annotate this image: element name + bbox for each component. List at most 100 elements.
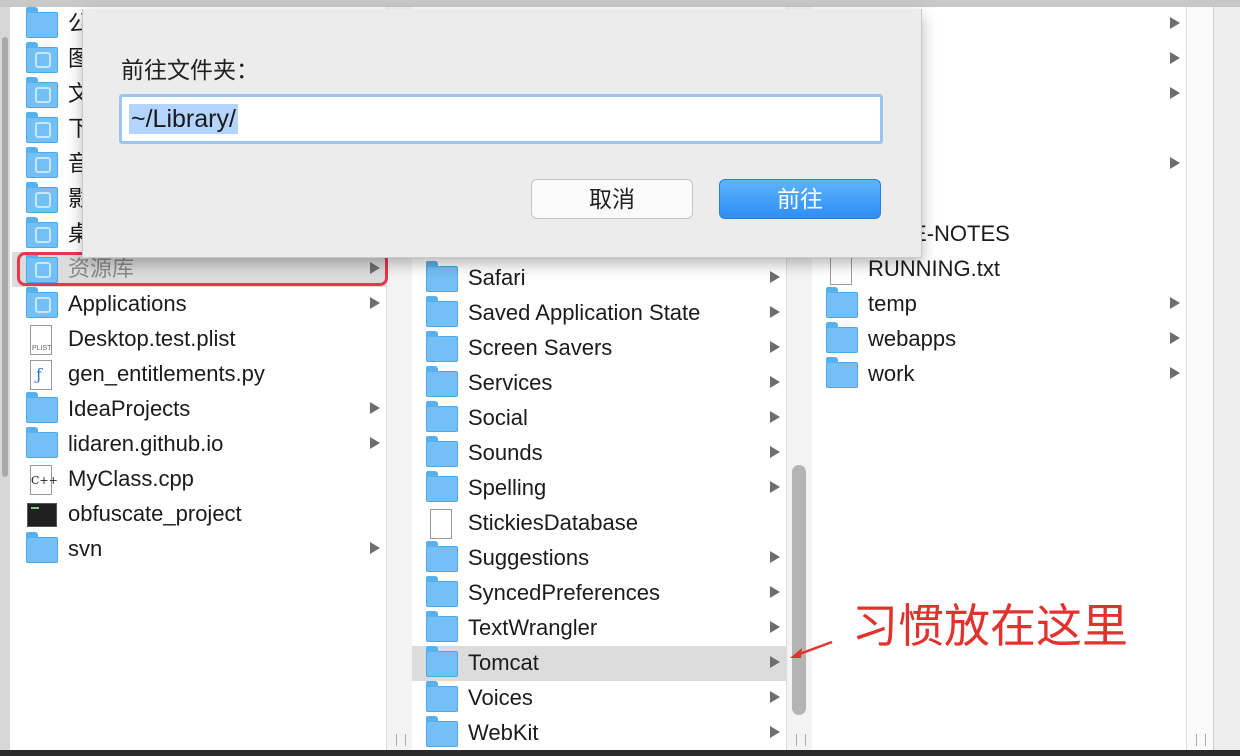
library-column-scrollbar-thumb[interactable] — [792, 465, 806, 715]
item-label: webapps — [868, 326, 957, 351]
disclosure-arrow-icon — [770, 446, 780, 458]
disclosure-arrow-icon — [770, 306, 780, 318]
item-label: Spelling — [468, 475, 547, 500]
list-item[interactable]: temp — [812, 287, 1186, 322]
list-item[interactable]: lidaren.github.io — [12, 427, 386, 462]
column-resize-handle[interactable] — [396, 734, 406, 746]
list-item[interactable]: Spelling — [412, 471, 786, 506]
item-label: SyncedPreferences — [468, 580, 660, 605]
folder-icon — [426, 331, 458, 362]
folder-icon — [26, 392, 58, 423]
folder-icon — [426, 366, 458, 397]
list-item[interactable]: PLIST Desktop.test.plist — [12, 322, 386, 357]
list-item[interactable]: Voices — [412, 681, 786, 716]
folder-icon — [26, 532, 58, 563]
disclosure-arrow-icon — [770, 411, 780, 423]
list-item[interactable]: obfuscate_project — [12, 497, 386, 532]
folder-icon — [426, 401, 458, 432]
disclosure-arrow-icon — [1170, 157, 1180, 169]
disclosure-arrow-icon — [1170, 87, 1180, 99]
disclosure-arrow-icon — [1170, 332, 1180, 344]
python-glyph-icon: ƒ — [36, 365, 42, 384]
item-label: RUNNING.txt — [868, 256, 1000, 281]
item-label: IdeaProjects — [68, 396, 191, 421]
pictures-glyph-icon — [35, 52, 51, 68]
plist-glyph-icon: PLIST — [32, 345, 52, 352]
cancel-button[interactable]: 取消 — [531, 179, 693, 219]
folder-icon — [426, 471, 458, 502]
list-item[interactable]: Services — [412, 366, 786, 401]
terminal-file-icon — [27, 503, 57, 527]
list-item[interactable]: Suggestions — [412, 541, 786, 576]
downloads-folder-icon — [26, 112, 58, 143]
movies-glyph-icon — [35, 192, 51, 208]
item-label: Suggestions — [468, 545, 590, 570]
disclosure-arrow-icon — [770, 271, 780, 283]
item-label: Applications — [68, 291, 187, 316]
disclosure-arrow-icon — [770, 551, 780, 563]
folder-icon — [426, 576, 458, 607]
disclosure-arrow-icon — [370, 402, 380, 414]
item-label: Tomcat — [468, 650, 539, 675]
list-item[interactable]: Applications — [12, 287, 386, 322]
list-item[interactable]: TextWrangler — [412, 611, 786, 646]
documents-folder-icon — [26, 77, 58, 108]
column-divider-3[interactable] — [1186, 7, 1214, 750]
annotation-arrow-icon — [790, 640, 833, 658]
item-label: temp — [868, 291, 917, 316]
disclosure-arrow-icon — [770, 341, 780, 353]
list-item[interactable]: work — [812, 357, 1186, 392]
list-item[interactable]: svn — [12, 532, 386, 567]
plist-file-icon: PLIST — [30, 325, 52, 355]
disclosure-arrow-icon — [370, 542, 380, 554]
folder-icon — [826, 322, 858, 353]
window-top-edge — [0, 0, 1240, 7]
item-label: Sounds — [468, 440, 543, 465]
list-item[interactable]: WebKit — [412, 716, 786, 750]
annotation-text: 习惯放在这里 — [852, 599, 1128, 653]
folder-icon — [826, 287, 858, 318]
folder-icon — [426, 541, 458, 572]
item-label: MyClass.cpp — [68, 466, 194, 491]
desktop-folder-icon — [26, 217, 58, 248]
python-file-icon: ƒ — [30, 360, 52, 390]
list-item[interactable]: StickiesDatabase — [412, 506, 786, 541]
list-item[interactable]: IdeaProjects — [12, 392, 386, 427]
list-item[interactable]: Tomcat — [412, 646, 786, 681]
disclosure-arrow-icon — [370, 437, 380, 449]
folder-icon — [426, 646, 458, 677]
folder-icon — [426, 436, 458, 467]
item-label: work — [868, 361, 915, 386]
downloads-glyph-icon — [35, 122, 51, 138]
go-button[interactable]: 前往 — [719, 179, 881, 219]
disclosure-arrow-icon — [770, 656, 780, 668]
folder-icon — [826, 357, 858, 388]
left-scrollbar-thumb[interactable] — [2, 37, 8, 477]
applications-folder-icon — [26, 287, 58, 318]
disclosure-arrow-icon — [770, 726, 780, 738]
documents-glyph-icon — [35, 87, 51, 103]
list-item[interactable]: Sounds — [412, 436, 786, 471]
item-label: WebKit — [468, 720, 539, 745]
folder-path-value[interactable]: ~/Library/ — [129, 104, 238, 134]
disclosure-arrow-icon — [770, 621, 780, 633]
list-item[interactable]: Social — [412, 401, 786, 436]
list-item[interactable]: ƒ gen_entitlements.py — [12, 357, 386, 392]
column-resize-handle[interactable] — [1196, 734, 1206, 746]
cpp-glyph-icon: C++ — [31, 474, 58, 487]
list-item[interactable]: C++ MyClass.cpp — [12, 462, 386, 497]
item-label: gen_entitlements.py — [68, 361, 265, 386]
list-item[interactable]: Saved Application State — [412, 296, 786, 331]
disclosure-arrow-icon — [1170, 52, 1180, 64]
right-window-edge — [1213, 7, 1240, 756]
list-item[interactable]: Screen Savers — [412, 331, 786, 366]
folder-icon — [426, 716, 458, 747]
list-item[interactable]: SyncedPreferences — [412, 576, 786, 611]
folder-path-input[interactable]: ~/Library/ — [119, 94, 883, 144]
list-item[interactable]: Safari — [412, 261, 786, 296]
pictures-folder-icon — [26, 42, 58, 73]
list-item[interactable]: webapps — [812, 322, 1186, 357]
disclosure-arrow-icon — [770, 376, 780, 388]
left-scrollbar[interactable] — [0, 7, 10, 756]
column-resize-handle[interactable] — [796, 734, 806, 746]
